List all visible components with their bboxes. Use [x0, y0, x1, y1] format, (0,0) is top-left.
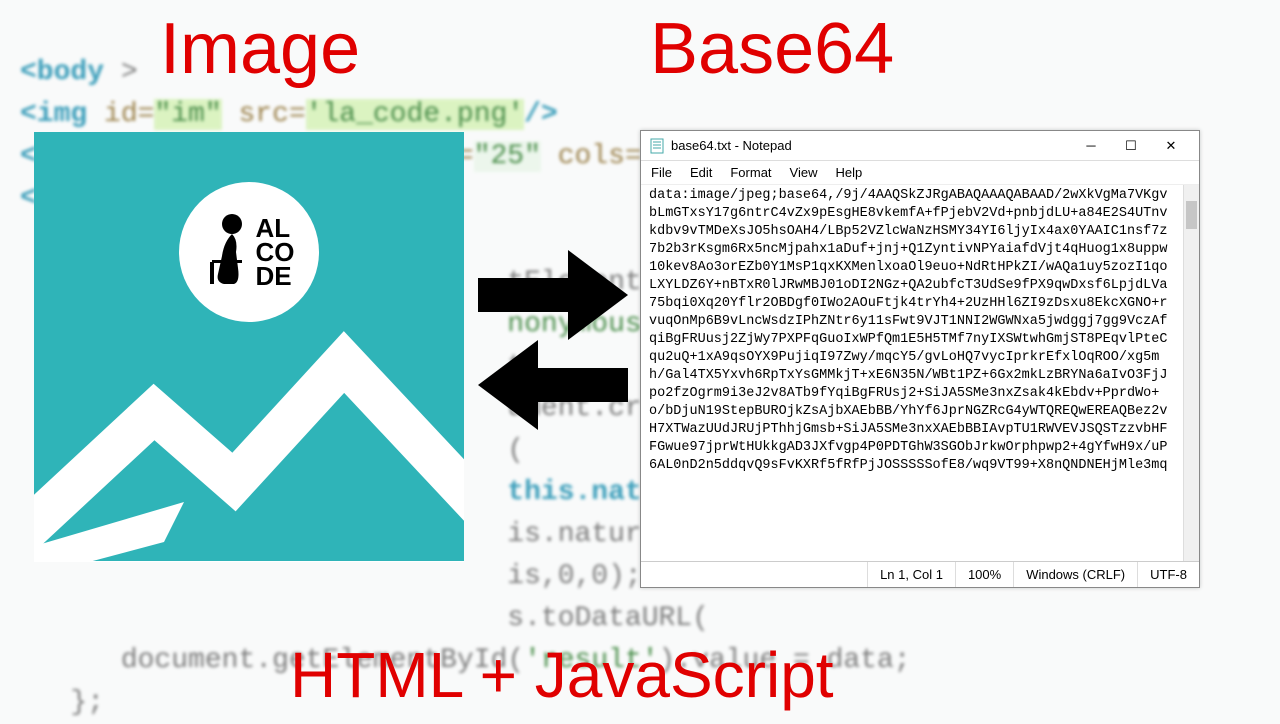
notepad-menu: File Edit Format View Help	[641, 161, 1199, 185]
mountains-icon	[34, 322, 464, 562]
label-image: Image	[160, 8, 360, 90]
notepad-body[interactable]: data:image/jpeg;base64,/9j/4AAQSkZJRgABA…	[641, 185, 1199, 561]
notepad-titlebar[interactable]: base64.txt - Notepad ─ ☐ ✕	[641, 131, 1199, 161]
swap-arrows-icon	[468, 230, 638, 450]
scrollbar-thumb[interactable]	[1186, 201, 1197, 229]
notepad-statusbar: Ln 1, Col 1 100% Windows (CRLF) UTF-8	[641, 561, 1199, 587]
menu-help[interactable]: Help	[835, 165, 862, 180]
status-zoom: 100%	[955, 562, 1013, 587]
example-image: AL CO DE	[34, 132, 464, 562]
minimize-button[interactable]: ─	[1071, 132, 1111, 160]
menu-edit[interactable]: Edit	[690, 165, 712, 180]
status-eol: Windows (CRLF)	[1013, 562, 1137, 587]
menu-view[interactable]: View	[790, 165, 818, 180]
person-icon	[204, 212, 252, 292]
notepad-title: base64.txt - Notepad	[671, 138, 1071, 153]
status-position: Ln 1, Col 1	[867, 562, 955, 587]
notepad-icon	[649, 138, 665, 154]
menu-file[interactable]: File	[651, 165, 672, 180]
menu-format[interactable]: Format	[730, 165, 771, 180]
logo-circle: AL CO DE	[179, 182, 319, 322]
notepad-window: base64.txt - Notepad ─ ☐ ✕ File Edit For…	[640, 130, 1200, 588]
close-button[interactable]: ✕	[1151, 132, 1191, 160]
label-bottom: HTML + JavaScript	[290, 638, 834, 712]
scrollbar[interactable]	[1183, 185, 1199, 561]
label-base64: Base64	[650, 8, 894, 90]
maximize-button[interactable]: ☐	[1111, 132, 1151, 160]
status-encoding: UTF-8	[1137, 562, 1199, 587]
